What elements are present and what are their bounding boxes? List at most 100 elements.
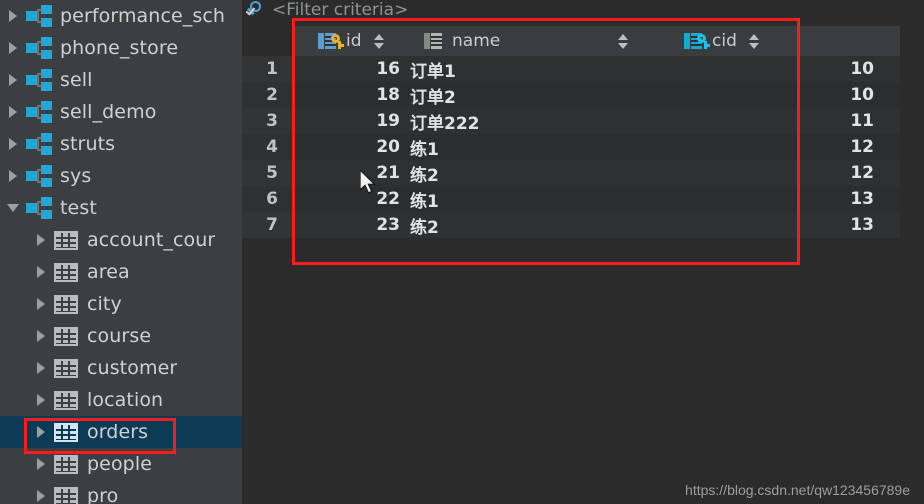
watermark-text: https://blog.csdn.net/qw123456789e [685,482,910,498]
sidebar-item-course[interactable]: course [0,320,242,352]
database-tree-sidebar[interactable]: performance_sch phone_storesell sell_demos… [0,0,242,504]
grid-header-row[interactable]: id name cid [292,26,900,56]
cell-name[interactable]: 练1 [410,135,670,160]
column-header-label: id [346,31,362,51]
filter-search-icon[interactable] [245,1,266,19]
cell-id[interactable]: 22 [292,189,410,209]
schema-icon [26,197,52,219]
cell-id[interactable]: 23 [292,215,410,235]
sidebar-item-area[interactable]: area [0,256,242,288]
sidebar-item-label: struts [60,133,116,155]
sort-toggle-icon[interactable] [618,33,629,49]
cell-cid[interactable]: 13 [670,189,888,209]
cell-cid[interactable]: 12 [670,137,888,157]
sidebar-item-orders[interactable]: orders [0,416,242,448]
sidebar-item-performance_sch[interactable]: performance_sch [0,0,242,32]
sidebar-item-label: pro [87,485,119,504]
table-row[interactable]: 23 练2 13 [292,212,900,238]
table-row[interactable]: 20 练1 12 [292,134,900,160]
sidebar-item-phone_store[interactable]: phone_store [0,32,242,64]
cell-id[interactable]: 16 [292,59,410,79]
chevron-right-icon[interactable] [28,234,54,246]
chevron-right-icon[interactable] [28,426,54,438]
cell-name[interactable]: 订单1 [410,57,670,82]
sidebar-item-test[interactable]: test [0,192,242,224]
table-row[interactable]: 18 订单2 10 [292,82,900,108]
cell-name[interactable]: 练2 [410,161,670,186]
schema-icon [26,5,52,27]
table-row[interactable]: 22 练1 13 [292,186,900,212]
primary-key-column-icon [318,32,344,50]
cell-id[interactable]: 19 [292,111,410,131]
sidebar-item-account_cour[interactable]: account_cour [0,224,242,256]
row-number[interactable]: 7 [242,212,292,238]
chevron-right-icon[interactable] [0,170,26,182]
chevron-right-icon[interactable] [28,362,54,374]
chevron-right-icon[interactable] [28,394,54,406]
cell-cid[interactable]: 10 [670,59,888,79]
text-column-icon [424,32,444,50]
sidebar-item-sell_demo[interactable]: sell_demo [0,96,242,128]
chevron-right-icon[interactable] [0,138,26,150]
filter-criteria-input[interactable]: <Filter criteria> [272,0,408,20]
row-number-gutter: 1234567 [242,56,292,238]
sidebar-item-people[interactable]: people [0,448,242,480]
sidebar-item-label: course [87,325,152,347]
sidebar-item-struts[interactable]: struts [0,128,242,160]
cell-name[interactable]: 练1 [410,187,670,212]
cell-name[interactable]: 练2 [410,213,670,238]
cell-cid[interactable]: 11 [670,111,888,131]
table-row[interactable]: 19 订单222 11 [292,108,900,134]
row-number[interactable]: 5 [242,160,292,186]
row-number[interactable]: 2 [242,82,292,108]
sidebar-item-location[interactable]: location [0,384,242,416]
row-number[interactable]: 3 [242,108,292,134]
sidebar-item-label: orders [87,421,149,443]
chevron-right-icon[interactable] [28,490,54,502]
sidebar-item-city[interactable]: city [0,288,242,320]
cell-id[interactable]: 21 [292,163,410,183]
sidebar-item-sell[interactable]: sell [0,64,242,96]
chevron-right-icon[interactable] [0,106,26,118]
column-header-cid[interactable]: cid [670,26,888,56]
column-header-id[interactable]: id [292,26,410,56]
table-row[interactable]: 21 练2 12 [292,160,900,186]
sort-toggle-icon[interactable] [748,33,759,49]
chevron-right-icon[interactable] [0,74,26,86]
sidebar-item-customer[interactable]: customer [0,352,242,384]
cell-id[interactable]: 20 [292,137,410,157]
sidebar-item-label: sell_demo [60,101,157,123]
table-icon [54,326,78,346]
table-icon [54,230,78,250]
sidebar-item-label: area [87,261,130,283]
sidebar-item-sys[interactable]: sys [0,160,242,192]
chevron-right-icon[interactable] [0,42,26,54]
row-number[interactable]: 4 [242,134,292,160]
sidebar-item-pro[interactable]: pro [0,480,242,504]
chevron-right-icon[interactable] [28,266,54,278]
sidebar-item-label: sell [60,69,93,91]
row-number[interactable]: 1 [242,56,292,82]
cell-cid[interactable]: 12 [670,163,888,183]
cell-cid[interactable]: 13 [670,215,888,235]
cell-id[interactable]: 18 [292,85,410,105]
cell-name[interactable]: 订单2 [410,83,670,108]
table-icon [54,422,78,442]
cell-name[interactable]: 订单222 [410,109,670,134]
grid-body[interactable]: 16 订单1 10 18 订单2 10 19 订单222 11 20 练1 12 21 练2 12 22 练1 1… [292,56,900,238]
chevron-right-icon[interactable] [28,330,54,342]
filter-bar[interactable]: <Filter criteria> [242,0,924,20]
column-header-name[interactable]: name [410,26,670,56]
table-row[interactable]: 16 订单1 10 [292,56,900,82]
table-icon [54,486,78,504]
sidebar-item-label: customer [87,357,178,379]
chevron-right-icon[interactable] [0,10,26,22]
table-icon [54,390,78,410]
chevron-right-icon[interactable] [28,298,54,310]
chevron-right-icon[interactable] [28,458,54,470]
chevron-down-icon[interactable] [0,204,26,212]
row-number[interactable]: 6 [242,186,292,212]
cell-cid[interactable]: 10 [670,85,888,105]
sidebar-item-label: test [60,197,97,219]
sort-toggle-icon[interactable] [373,33,384,49]
